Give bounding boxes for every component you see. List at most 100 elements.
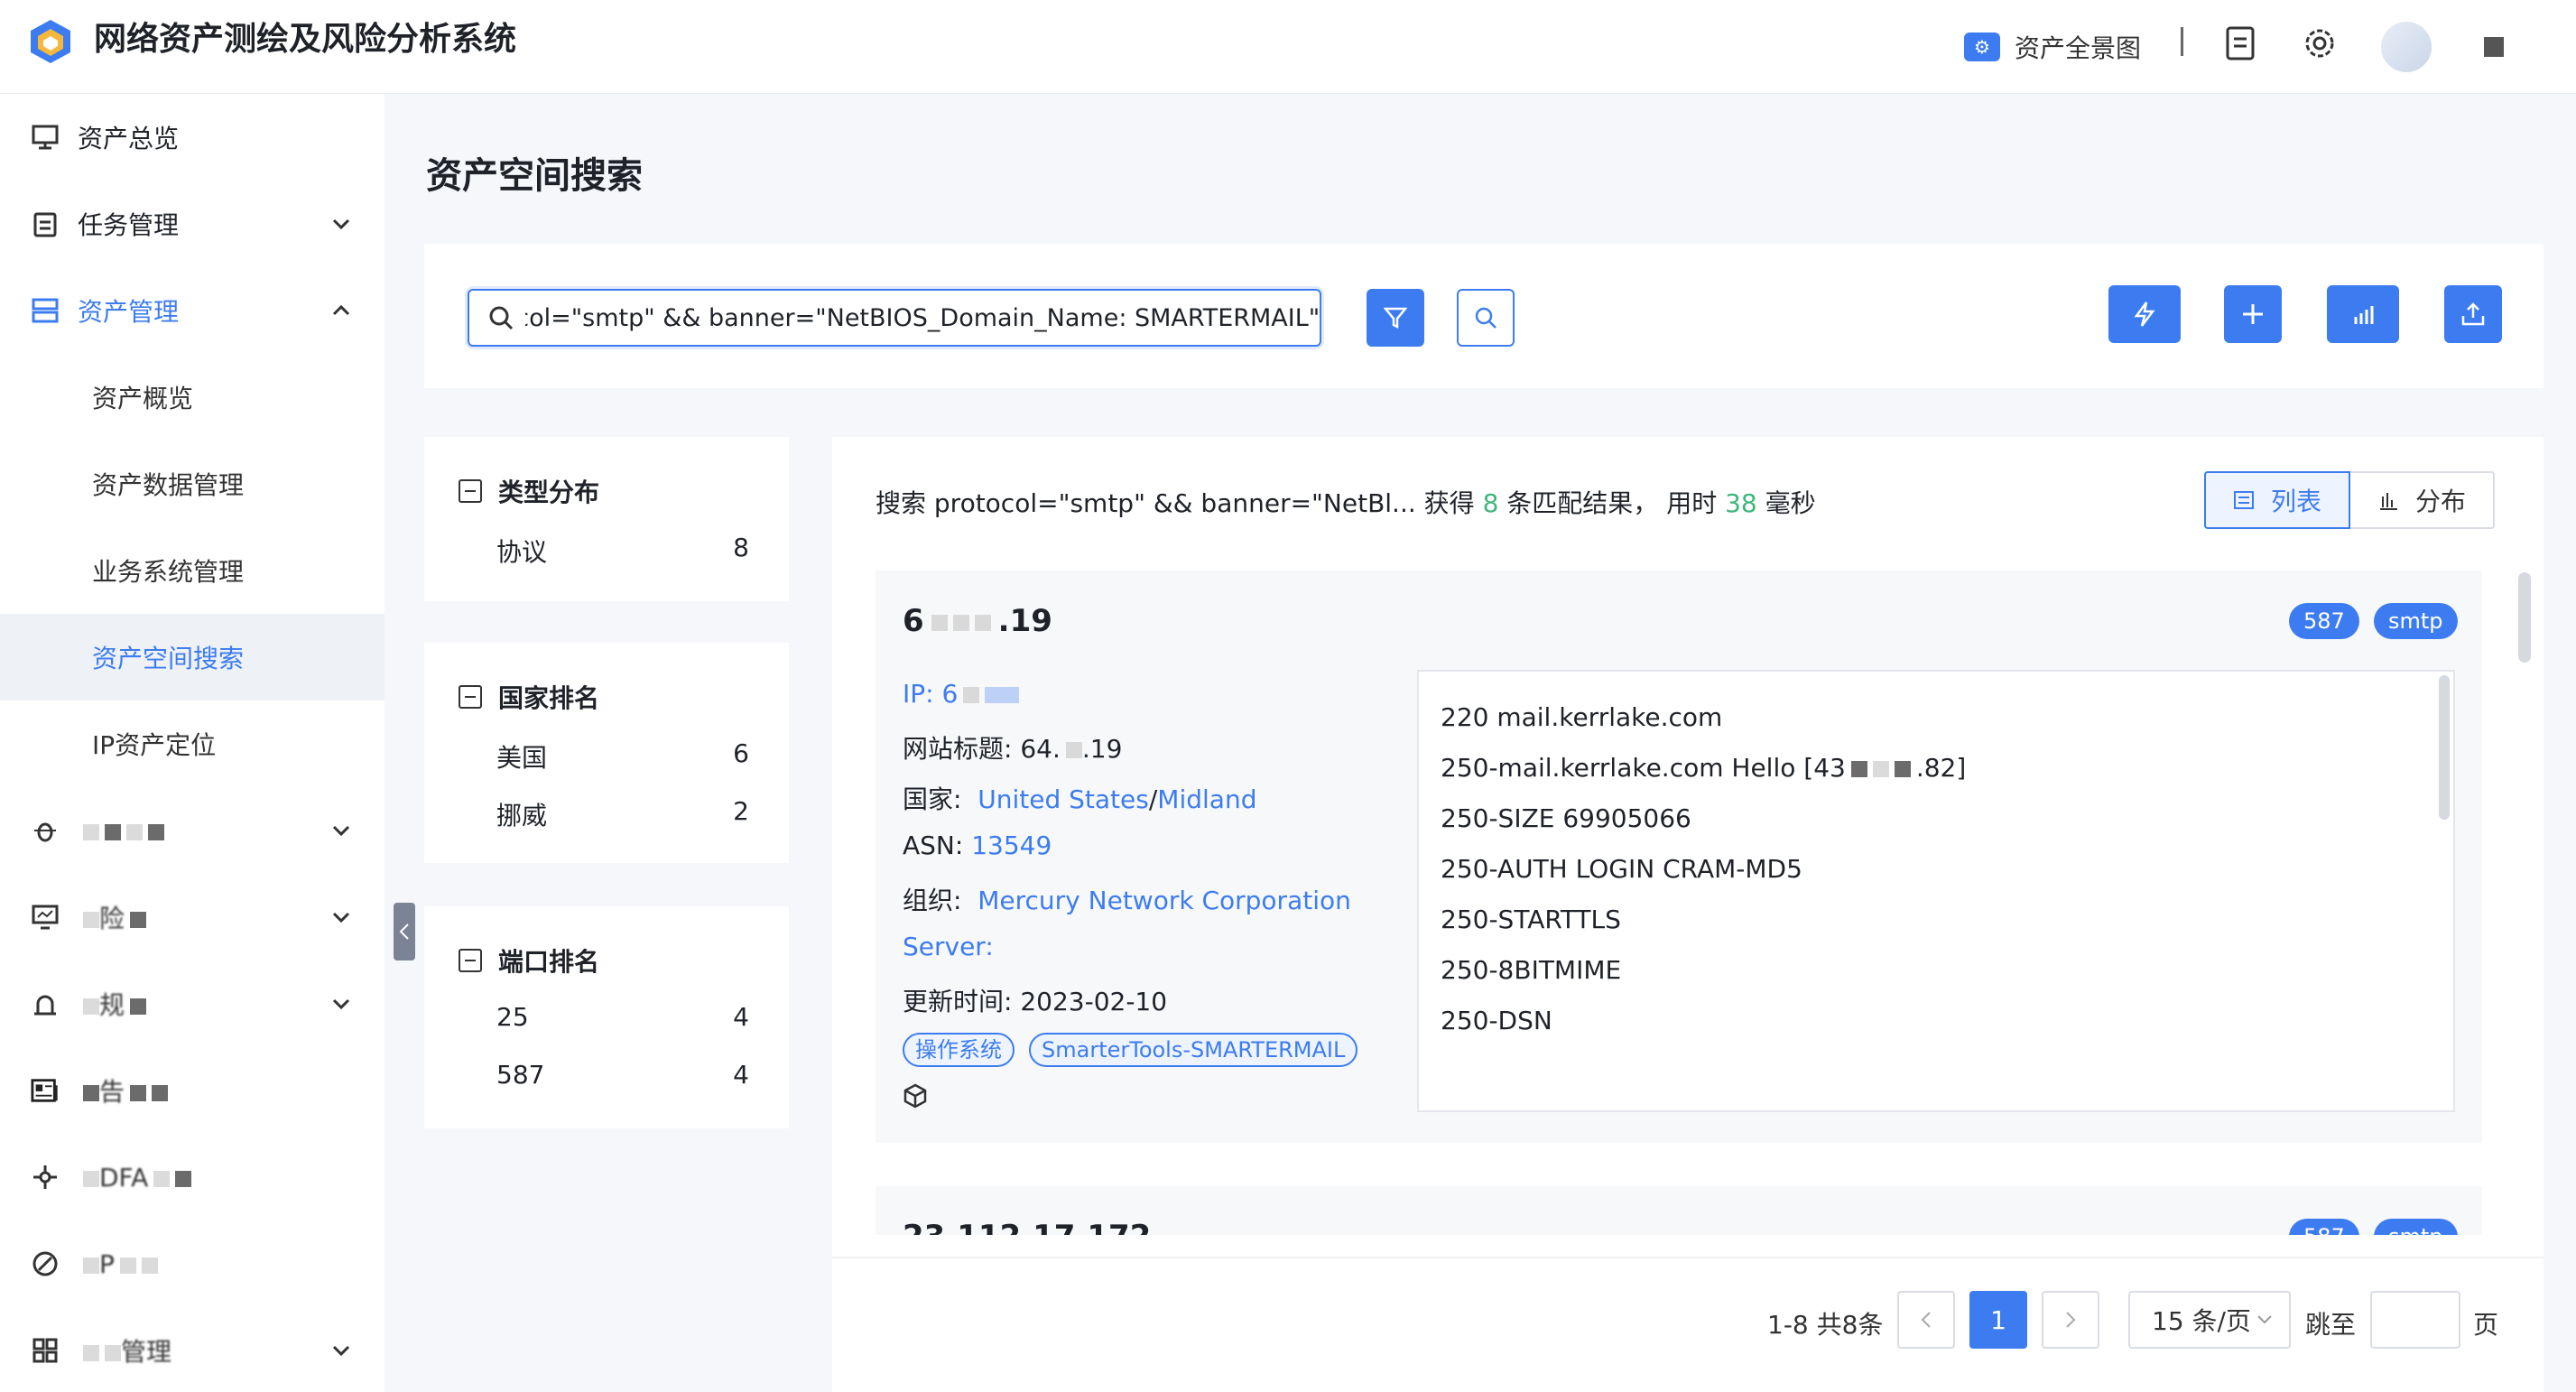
asn-link[interactable]: 13549	[971, 831, 1052, 860]
bar-chart-icon	[2354, 306, 2374, 324]
asset-icon	[31, 296, 60, 325]
chevron-right-icon	[2066, 1312, 2076, 1328]
sidebar-item-asset-overview[interactable]: 资产概览	[0, 354, 385, 441]
chevron-down-icon	[329, 211, 354, 237]
result-item[interactable]: 6.19 587 smtp IP: 6 网站标题: 64. .19 国家: Uni…	[876, 571, 2482, 1143]
banner-scrollbar[interactable]	[2439, 675, 2450, 820]
sidebar-item-tasks[interactable]: 任务管理	[0, 181, 385, 267]
collapse-icon	[459, 479, 482, 503]
filter-title[interactable]: 端口排名	[459, 942, 599, 979]
result-title[interactable]: 6.19	[903, 603, 1052, 639]
filter-card-port: 端口排名 25 4 587 4	[424, 906, 789, 1128]
sidebar-item-label: 管理	[121, 1337, 172, 1367]
document-icon[interactable]	[2220, 23, 2260, 63]
sidebar-item-label: IP资产定位	[92, 730, 217, 760]
sidebar-item-p[interactable]: P	[0, 1220, 385, 1307]
port-badge[interactable]: 587	[2289, 603, 2359, 639]
sidebar-item-asset-data[interactable]: 资产数据管理	[0, 441, 385, 527]
task-icon	[31, 209, 60, 238]
banner-line: 250-DSN	[1441, 1006, 1552, 1035]
user-menu[interactable]	[2484, 23, 2504, 70]
list-view-button[interactable]: 列表	[2203, 471, 2350, 529]
search-input[interactable]: protocol="smtp" && banner="NetBIOS_Domai…	[468, 289, 1321, 347]
sidebar-item-space-search[interactable]: 资产空间搜索	[0, 614, 385, 701]
sidebar-item-ip-locate[interactable]: IP资产定位	[0, 701, 385, 787]
collapse-icon	[459, 949, 482, 972]
jump-page-input[interactable]	[2370, 1291, 2460, 1349]
panorama-link[interactable]: ⚙ 资产全景图	[1964, 23, 2141, 70]
sidebar-item-business-systems[interactable]: 业务系统管理	[0, 527, 385, 614]
cube-icon[interactable]	[903, 1083, 928, 1115]
bar-chart-icon	[2379, 493, 2397, 510]
filter-title[interactable]: 类型分布	[459, 473, 599, 509]
search-query-text[interactable]: protocol="smtp" && banner="NetBIOS_Domai…	[525, 304, 1320, 332]
filter-button[interactable]	[1367, 289, 1424, 347]
statistics-button[interactable]	[2327, 285, 2399, 343]
gear-icon[interactable]	[2300, 23, 2340, 63]
sidebar-item-rules[interactable]: 规	[0, 960, 385, 1047]
compass-icon	[31, 1249, 60, 1278]
banner-line: 250-AUTH LOGIN CRAM-MD5	[1441, 854, 1802, 884]
lightning-icon	[2134, 302, 2155, 327]
search-button[interactable]	[1457, 289, 1515, 347]
monitor-icon	[31, 123, 60, 152]
filter-card-country: 国家排名 美国 6 挪威 2	[424, 643, 789, 863]
page-title: 资产空间搜索	[426, 155, 643, 197]
result-item[interactable]: 23.112.17.172 587 smtp	[876, 1186, 2482, 1235]
chevron-down-icon	[329, 905, 354, 930]
server-line[interactable]: Server:	[903, 932, 994, 961]
banner-line: 250-SIZE 69905066	[1441, 803, 1691, 833]
sidebar-item-risk[interactable]: 险	[0, 874, 385, 960]
city-link[interactable]: Midland	[1157, 784, 1256, 814]
panorama-label: 资产全景图	[2015, 33, 2142, 63]
avatar[interactable]	[2381, 22, 2432, 72]
distribution-view-button[interactable]: 分布	[2349, 471, 2495, 529]
filter-row[interactable]: 挪威 2	[496, 796, 749, 832]
export-button[interactable]	[2444, 285, 2502, 343]
port-badge[interactable]: 587	[2289, 1219, 2359, 1235]
filter-row[interactable]: 美国 6	[496, 738, 749, 775]
quick-action-button[interactable]	[2108, 285, 2181, 343]
results-scrollbar[interactable]	[2518, 572, 2531, 663]
elapsed-time: 38	[1725, 488, 1757, 518]
filter-row[interactable]: 587 4	[496, 1060, 749, 1090]
filter-row[interactable]: 协议 8	[496, 533, 749, 569]
filter-row[interactable]: 25 4	[496, 1002, 749, 1032]
results-card: 搜索 protocol="smtp" && banner="NetBl... 获…	[832, 437, 2544, 1392]
result-title[interactable]: 23.112.17.172	[903, 1219, 1151, 1235]
add-button[interactable]	[2224, 285, 2282, 343]
screen-icon	[31, 903, 60, 932]
tag-product[interactable]: SmarterTools-SMARTERMAIL	[1029, 1033, 1358, 1067]
sidebar-item-overview[interactable]: 资产总览	[0, 94, 385, 181]
sidebar-item-vuln[interactable]	[0, 787, 385, 874]
banner-box[interactable]: 220 mail.kerrlake.com 250-mail.kerrlake.…	[1417, 670, 2455, 1112]
banner-line: 250-8BITMIME	[1441, 955, 1622, 985]
top-header: 网络资产测绘及风险分析系统 ⚙ 资产全景图	[0, 0, 2576, 94]
org-link[interactable]: Mercury Network Corporation	[978, 886, 1351, 915]
collapse-icon	[459, 685, 482, 709]
ip-link[interactable]: IP: 6	[903, 679, 1020, 709]
next-page-button[interactable]	[2042, 1291, 2099, 1349]
sidebar-item-label: DFA	[99, 1162, 149, 1192]
sidebar-item-dfa[interactable]: DFA	[0, 1134, 385, 1220]
sidebar-item-assets[interactable]: 资产管理	[0, 267, 385, 354]
sidebar-item-alerts[interactable]: 告	[0, 1047, 385, 1134]
chevron-down-icon	[2257, 1315, 2272, 1324]
sidebar-item-label: 险	[99, 904, 125, 933]
banner-line: 250-mail.kerrlake.com Hello [43.82]	[1441, 753, 1967, 783]
sidebar-item-label: 告	[99, 1077, 125, 1107]
protocol-badge[interactable]: smtp	[2374, 603, 2458, 639]
app-logo	[31, 20, 70, 63]
sidebar-collapse-handle[interactable]	[394, 903, 415, 960]
prev-page-button[interactable]	[1897, 1291, 1955, 1349]
page-size-select[interactable]: 15 条/页	[2128, 1291, 2291, 1349]
header-divider	[2181, 27, 2183, 56]
protocol-badge[interactable]: smtp	[2374, 1219, 2458, 1235]
tag-os[interactable]: 操作系统	[903, 1033, 1015, 1067]
filter-title[interactable]: 国家排名	[459, 679, 599, 715]
country-link[interactable]: United States	[978, 784, 1149, 814]
sidebar-item-label: 资产空间搜索	[92, 644, 245, 673]
page-1-button[interactable]: 1	[1969, 1291, 2027, 1349]
sidebar-item-label: 资产总览	[78, 124, 180, 153]
sidebar-item-manage[interactable]: 管理	[0, 1307, 385, 1392]
